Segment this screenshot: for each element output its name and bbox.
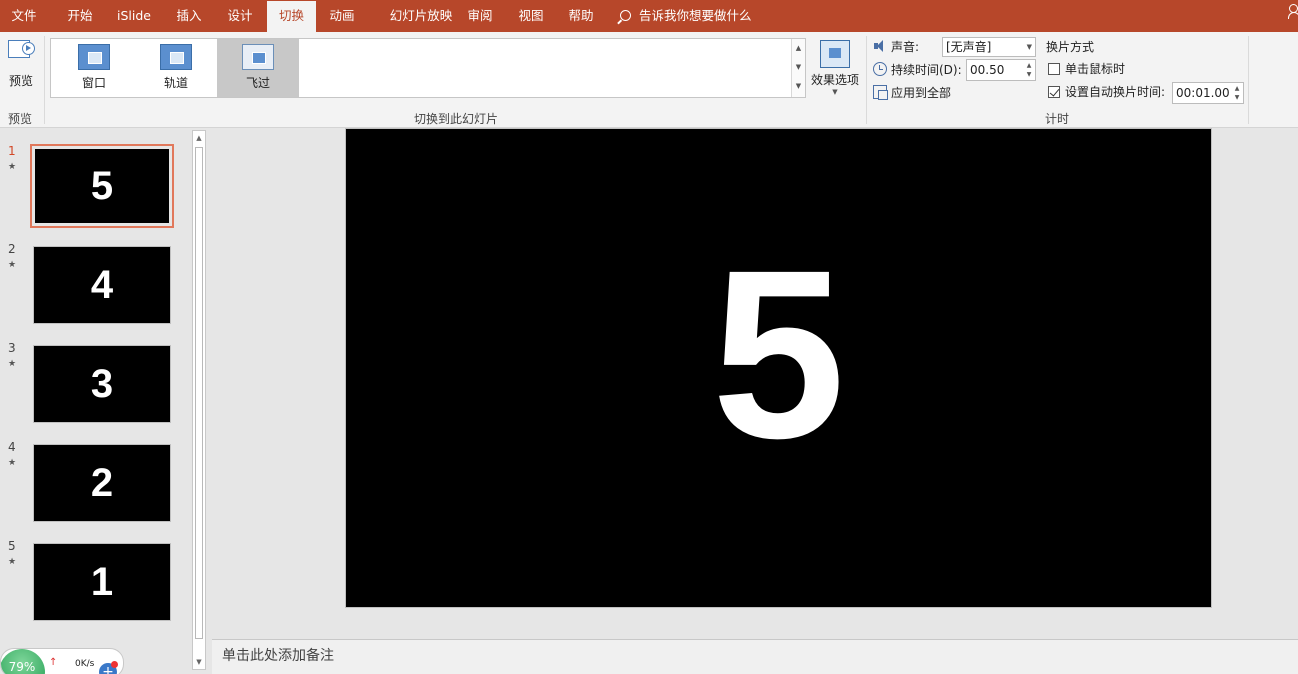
current-slide[interactable]: 5 — [345, 128, 1212, 608]
memory-usage-ball[interactable]: 79% — [1, 649, 45, 674]
slide-thumbnail-pane: 1 ★ 5 2 ★ 4 3 ★ 3 4 ★ 2 5 ★ 1 ▲ ▼ — [0, 128, 208, 674]
apply-all-icon — [873, 85, 888, 100]
auto-advance-value: 00:01.00 — [1176, 86, 1230, 100]
transition-star-icon: ★ — [8, 557, 17, 567]
scroll-down-arrow[interactable]: ▼ — [193, 655, 205, 669]
effect-options-button[interactable]: 效果选项 ▼ — [808, 38, 862, 102]
sound-label: 声音: — [891, 40, 920, 54]
speaker-icon — [873, 39, 887, 53]
sound-value: [无声音] — [946, 40, 992, 54]
checkbox-checked-icon[interactable] — [1048, 86, 1060, 98]
preview-icon — [6, 38, 36, 66]
chevron-down-icon: ▼ — [1026, 43, 1032, 51]
tab-transitions[interactable]: 切换 — [267, 1, 316, 32]
tab-review[interactable]: 审阅 — [456, 0, 504, 32]
advance-slide-title: 换片方式 — [1046, 40, 1095, 54]
tab-animations[interactable]: 动画 — [318, 0, 366, 32]
auto-advance-time-input[interactable]: 00:01.00 ▲ ▼ — [1172, 82, 1244, 104]
tab-islide[interactable]: iSlide — [110, 0, 158, 32]
search-icon — [620, 10, 631, 21]
transition-star-icon: ★ — [8, 458, 17, 468]
transition-fly-through[interactable]: 飞过 — [217, 39, 299, 97]
sound-row: 声音: — [873, 36, 919, 58]
tell-me-search[interactable]: 告诉我你想要做什么 — [620, 0, 752, 32]
upload-arrow-icon: ↑ — [49, 657, 58, 668]
preview-group-label: 预览 — [8, 112, 33, 126]
slide-thumbnail[interactable]: 2 — [33, 444, 171, 522]
tell-me-text: 告诉我你想要做什么 — [639, 8, 752, 23]
on-click-label: 单击鼠标时 — [1065, 62, 1126, 76]
preview-button[interactable]: 预览 — [4, 38, 38, 90]
chevron-down-icon: ▼ — [832, 88, 838, 96]
account-icon[interactable] — [1288, 4, 1298, 19]
clock-icon — [873, 62, 887, 76]
transition-label: 窗口 — [81, 76, 106, 90]
apply-all-label: 应用到全部 — [891, 86, 952, 100]
tab-design[interactable]: 设计 — [216, 0, 264, 32]
network-speed-widget[interactable]: 79% ↑ 0K/s + — [0, 648, 124, 674]
tab-view[interactable]: 视图 — [507, 0, 555, 32]
apply-all-button[interactable]: 应用到全部 — [873, 82, 951, 104]
tab-help[interactable]: 帮助 — [557, 0, 605, 32]
transition-star-icon: ★ — [8, 162, 17, 172]
transition-window[interactable]: 窗口 — [53, 39, 135, 97]
notification-dot — [111, 661, 118, 668]
slide-thumbnail[interactable]: 4 — [33, 246, 171, 324]
duration-input[interactable]: 00.50 ▲ ▼ — [966, 59, 1036, 81]
duration-row: 持续时间(D): — [873, 59, 962, 81]
slide-number: 5 — [8, 539, 16, 553]
scroll-up-arrow[interactable]: ▲ — [193, 131, 205, 145]
slide-editor: 5 — [212, 128, 1298, 638]
duration-value: 00.50 — [970, 63, 1005, 77]
thumbnail-scrollbar[interactable]: ▲ ▼ — [192, 130, 206, 670]
gallery-more-button[interactable]: ▼ — [792, 77, 805, 96]
group-divider — [1248, 36, 1249, 124]
group-divider — [866, 36, 867, 124]
transition-label: 飞过 — [245, 76, 270, 90]
fly-through-transition-icon — [242, 44, 274, 70]
sound-select[interactable]: [无声音] ▼ — [942, 37, 1036, 57]
transition-label: 轨道 — [163, 76, 188, 90]
tab-insert[interactable]: 插入 — [165, 0, 213, 32]
transition-orbit[interactable]: 轨道 — [135, 39, 217, 97]
on-mouse-click-checkbox[interactable]: 单击鼠标时 — [1048, 58, 1125, 80]
gallery-scroll-down[interactable]: ▼ — [792, 58, 805, 77]
auto-advance-checkbox[interactable]: 设置自动换片时间: — [1048, 81, 1165, 103]
slide-thumbnail[interactable]: 1 — [33, 543, 171, 621]
spin-arrows-icon[interactable]: ▲ ▼ — [1233, 84, 1241, 102]
slide-number: 2 — [8, 242, 16, 256]
ribbon-tab-bar: 文件 开始 iSlide 插入 设计 切换 动画 幻灯片放映 审阅 视图 帮助 … — [0, 0, 1298, 32]
transition-gallery: 窗口 轨道 飞过 ▲ ▼ ▼ — [50, 38, 806, 98]
tab-home[interactable]: 开始 — [56, 0, 104, 32]
effect-options-label: 效果选项 — [810, 73, 859, 87]
window-transition-icon — [78, 44, 110, 70]
transitions-group-label: 切换到此幻灯片 — [414, 112, 499, 126]
gallery-scrollbar: ▲ ▼ ▼ — [791, 39, 805, 97]
slide-thumbnail[interactable]: 3 — [33, 345, 171, 423]
scrollbar-thumb[interactable] — [195, 147, 203, 639]
network-speed: 0K/s — [75, 659, 95, 669]
tab-slideshow[interactable]: 幻灯片放映 — [373, 0, 469, 32]
transition-star-icon: ★ — [8, 359, 17, 369]
orbit-transition-icon — [160, 44, 192, 70]
timing-group-label: 计时 — [1045, 112, 1070, 126]
checkbox-unchecked-icon[interactable] — [1048, 63, 1060, 75]
preview-button-label: 预览 — [8, 74, 33, 88]
slide-number: 3 — [8, 341, 16, 355]
tab-file[interactable]: 文件 — [0, 0, 48, 32]
gallery-scroll-up[interactable]: ▲ — [792, 39, 805, 58]
notes-pane[interactable]: 单击此处添加备注 — [212, 639, 1298, 674]
slide-thumbnail[interactable]: 5 — [30, 144, 174, 228]
effect-options-icon — [820, 40, 850, 68]
slide-number: 1 — [8, 144, 16, 158]
auto-advance-label: 设置自动换片时间: — [1065, 85, 1166, 99]
group-divider — [44, 36, 45, 124]
spin-arrows-icon[interactable]: ▲ ▼ — [1025, 61, 1033, 79]
slide-number: 4 — [8, 440, 16, 454]
ribbon: 预览 预览 窗口 轨道 飞过 ▲ ▼ ▼ 效果选项 ▼ 切换到此幻灯片 声音: — [0, 32, 1298, 128]
transition-star-icon: ★ — [8, 260, 17, 270]
duration-label: 持续时间(D): — [891, 63, 962, 77]
